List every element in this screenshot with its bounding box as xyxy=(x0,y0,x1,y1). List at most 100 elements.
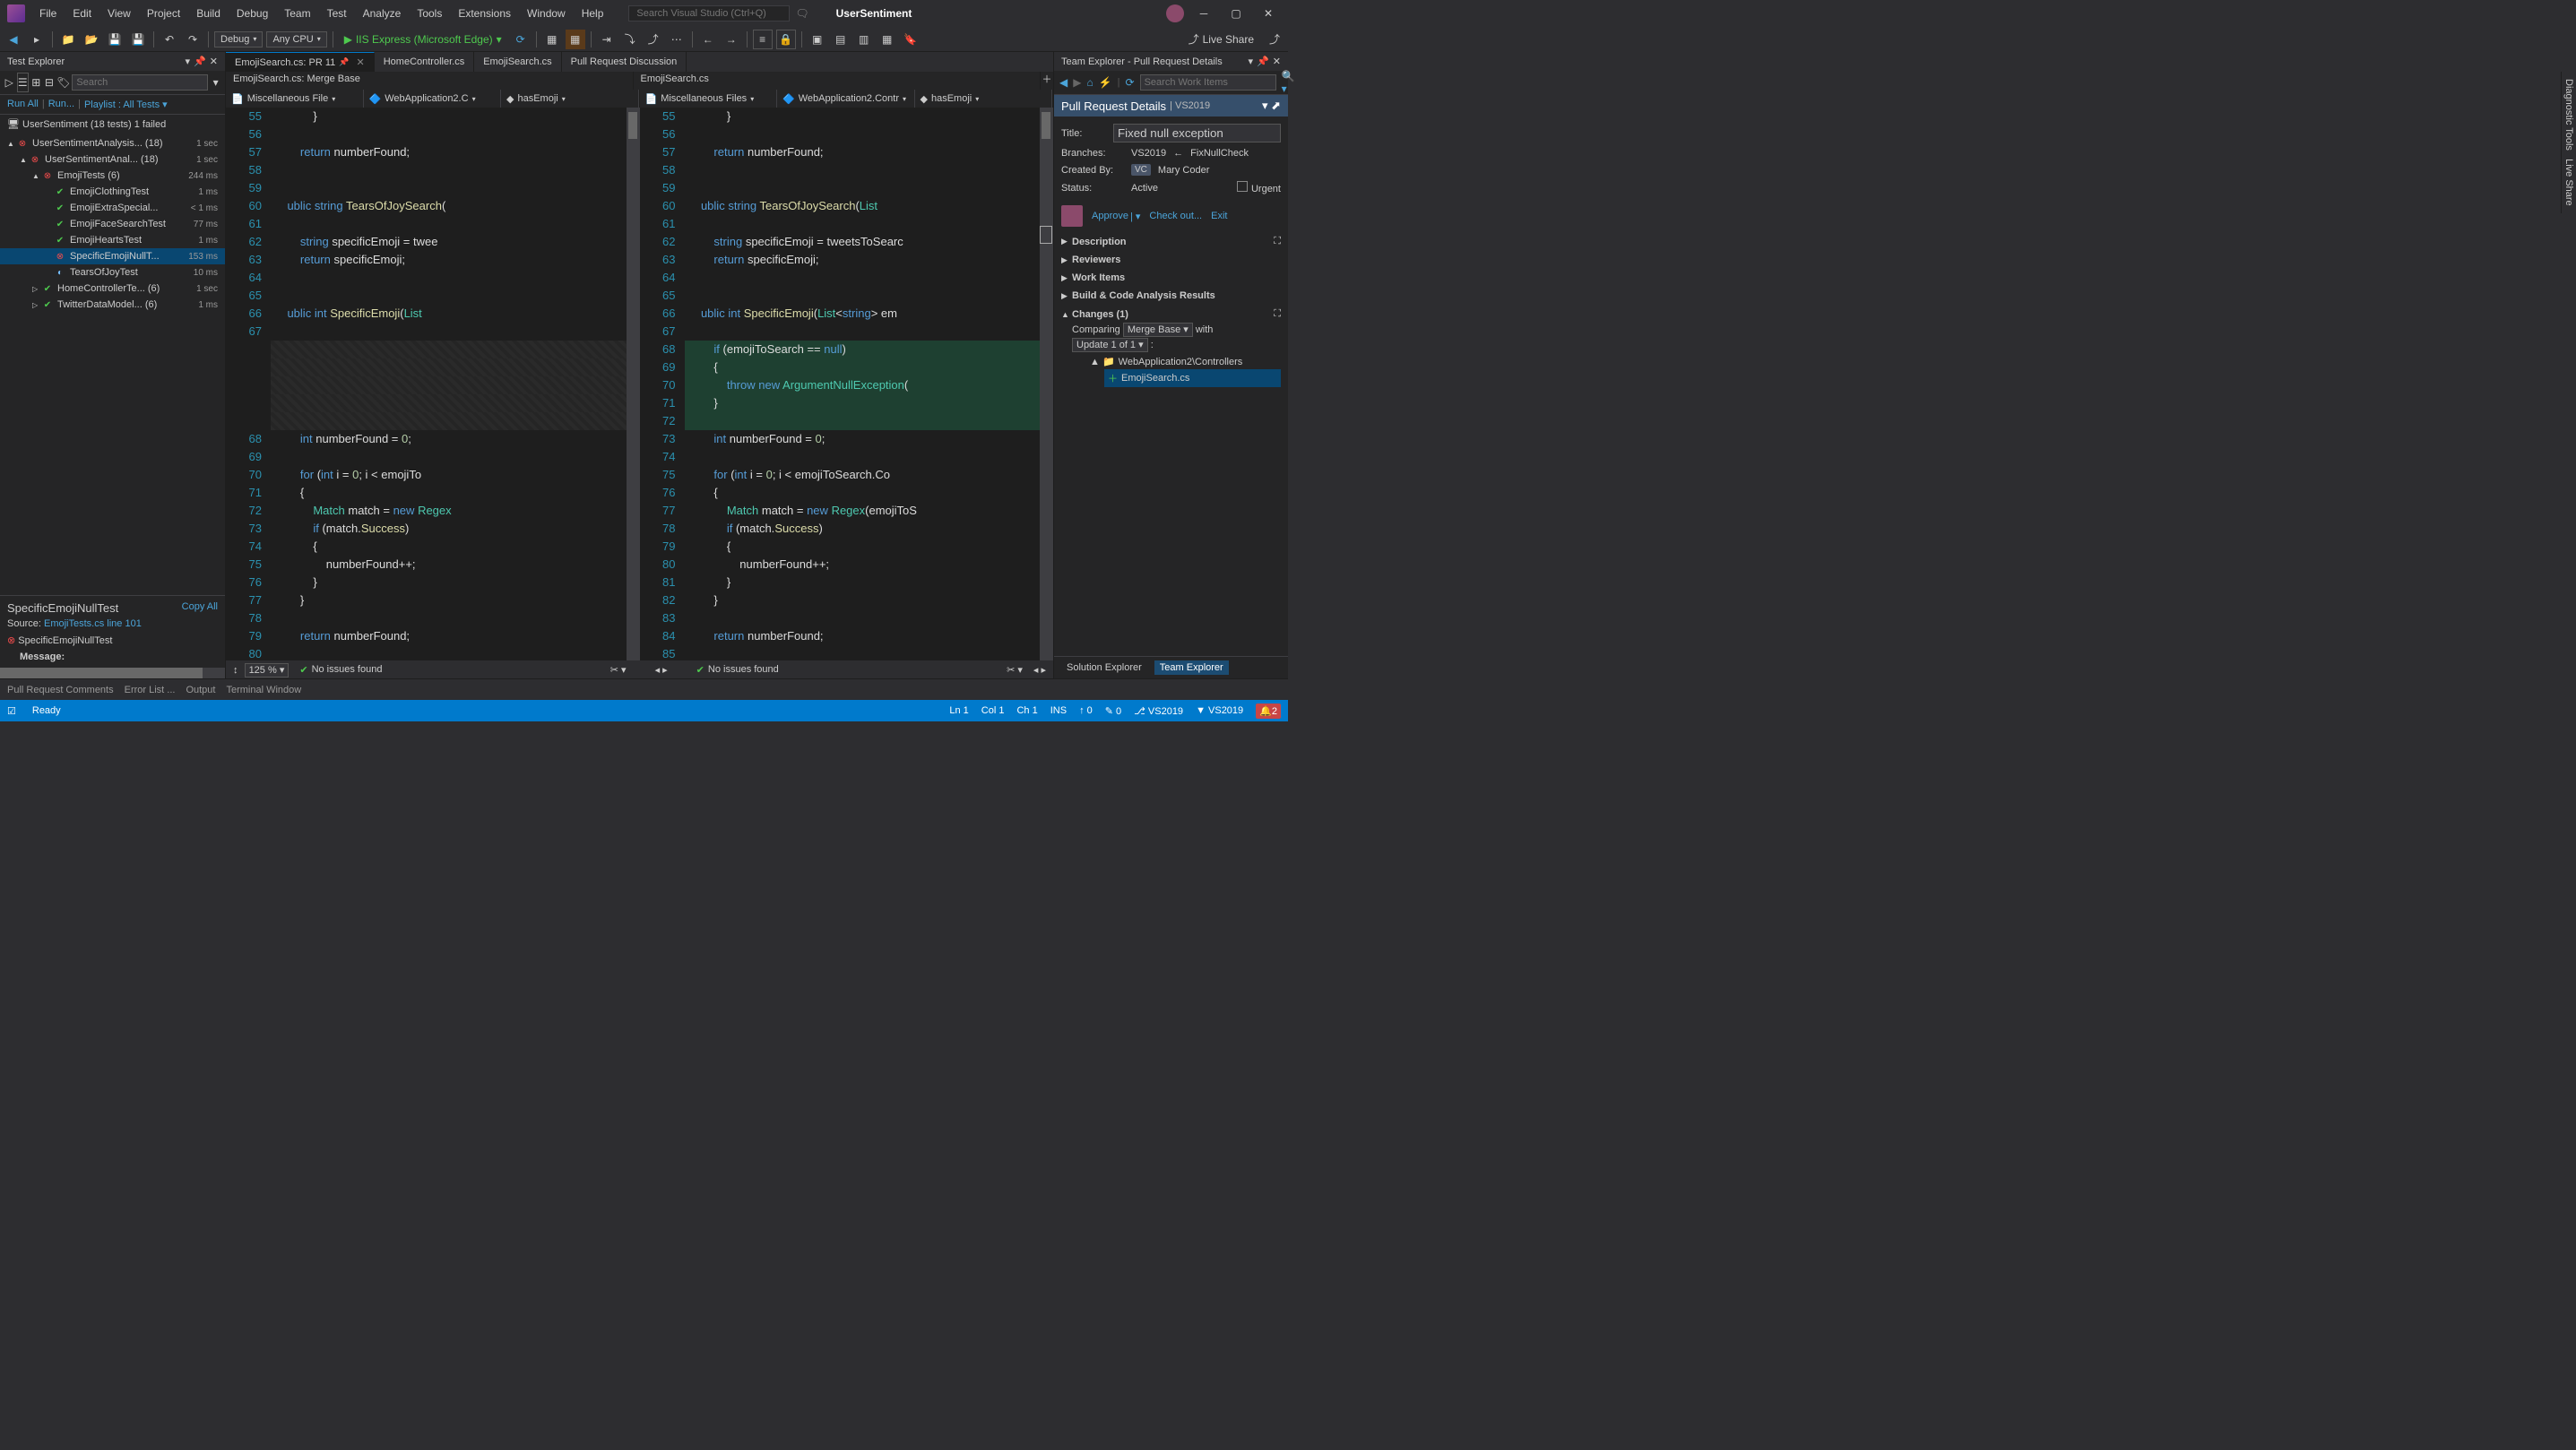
diff-right-pane[interactable]: 5556575859606162636465666768697071727374… xyxy=(640,108,1054,660)
menu-help[interactable]: Help xyxy=(575,4,611,23)
menu-analyze[interactable]: Analyze xyxy=(356,4,409,23)
status-changes[interactable]: ✎ 0 xyxy=(1105,705,1121,717)
te-run-icon[interactable]: ▷ xyxy=(4,73,15,92)
menu-test[interactable]: Test xyxy=(320,4,354,23)
test-node[interactable]: ▷✔TwitterDataModel... (6)1 ms xyxy=(0,297,225,313)
menu-view[interactable]: View xyxy=(100,4,138,23)
feedback-icon[interactable]: ⤴ xyxy=(1265,30,1284,49)
diff-left-pane[interactable]: 5556575859606162636465666768697071727374… xyxy=(226,108,640,660)
document-tab[interactable]: Pull Request Discussion xyxy=(562,52,687,72)
pr-title-input[interactable] xyxy=(1113,124,1281,142)
nav-back-button[interactable]: ◀ xyxy=(4,30,23,49)
test-node[interactable]: ✔EmojiClothingTest1 ms xyxy=(0,184,225,200)
next-icon[interactable]: → xyxy=(722,30,741,49)
menu-extensions[interactable]: Extensions xyxy=(451,4,518,23)
add-tab-button[interactable]: ＋ xyxy=(1041,72,1053,90)
pr-section[interactable]: ▶Description⛶ xyxy=(1061,232,1281,251)
te-refresh-icon[interactable]: ⟳ xyxy=(1126,74,1135,91)
user-avatar[interactable] xyxy=(1166,4,1184,22)
menu-debug[interactable]: Debug xyxy=(229,4,275,23)
split-icon-r[interactable]: ✂ ▾ xyxy=(1007,664,1023,676)
pr-section[interactable]: ▶Reviewers xyxy=(1061,251,1281,269)
prev-icon[interactable]: ← xyxy=(698,30,718,49)
playlist-link[interactable]: Playlist : All Tests ▾ xyxy=(84,99,168,110)
test-node[interactable]: ◐TearsOfJoyTest10 ms xyxy=(0,264,225,281)
test-search-input[interactable] xyxy=(72,74,208,91)
copy-all-link[interactable]: Copy All xyxy=(182,601,218,612)
menu-tools[interactable]: Tools xyxy=(410,4,449,23)
test-node[interactable]: ⊗SpecificEmojiNullT...153 ms xyxy=(0,248,225,264)
menu-file[interactable]: File xyxy=(32,4,64,23)
nav-project-right[interactable]: 📄 Miscellaneous Files xyxy=(640,90,778,108)
test-node[interactable]: ▲⊗UserSentimentAnalysis... (18)1 sec xyxy=(0,135,225,151)
panel-close-icon[interactable]: ✕ xyxy=(210,56,218,67)
document-tab[interactable]: HomeController.cs xyxy=(375,52,474,72)
tb-icon-2[interactable]: ▦ xyxy=(566,30,585,49)
status-publish[interactable]: ↑ 0 xyxy=(1079,705,1093,716)
test-node[interactable]: ✔EmojiExtraSpecial...< 1 ms xyxy=(0,200,225,216)
tb-toggle-1[interactable]: ≡ xyxy=(753,30,773,49)
tb-misc-4[interactable]: ▥ xyxy=(854,30,874,49)
tb-misc-5[interactable]: ▦ xyxy=(877,30,897,49)
nav-member-right[interactable]: ◆ hasEmoji xyxy=(915,90,1053,108)
status-notifications[interactable]: 🔔2 xyxy=(1256,703,1281,719)
urgent-checkbox[interactable] xyxy=(1237,181,1248,192)
step-out-icon[interactable]: ⤴ xyxy=(644,30,663,49)
maximize-button[interactable]: ▢ xyxy=(1223,4,1249,23)
search-vs-input[interactable] xyxy=(628,5,790,22)
dropdown-icon[interactable]: ▾ xyxy=(186,56,191,67)
team-explorer-tab[interactable]: Team Explorer xyxy=(1154,660,1229,675)
te-filter-icon[interactable]: ⊞ xyxy=(30,73,42,92)
output-tab[interactable]: Terminal Window xyxy=(226,685,301,695)
pr-changed-file[interactable]: ＋EmojiSearch.cs xyxy=(1104,369,1281,387)
zoom-dropdown[interactable]: 125 % ▾ xyxy=(245,663,290,678)
output-tab[interactable]: Pull Request Comments xyxy=(7,685,114,695)
document-tab[interactable]: EmojiSearch.cs xyxy=(474,52,561,72)
document-tab[interactable]: EmojiSearch.cs: PR 11📌✕ xyxy=(226,52,375,72)
tb-misc-2[interactable]: ▣ xyxy=(808,30,827,49)
close-button[interactable]: ✕ xyxy=(1256,4,1281,23)
te-search-go[interactable]: 🔍▾ xyxy=(1282,74,1295,91)
menu-build[interactable]: Build xyxy=(189,4,228,23)
nav-project-left[interactable]: 📄 Miscellaneous File xyxy=(226,90,364,108)
platform-dropdown[interactable]: Any CPU xyxy=(266,31,326,47)
te-close-icon[interactable]: ✕ xyxy=(1273,56,1281,67)
pr-section[interactable]: ▶Build & Code Analysis Results xyxy=(1061,287,1281,305)
output-tab[interactable]: Error List ... xyxy=(125,685,176,695)
te-tag-icon[interactable]: 🏷 xyxy=(56,73,70,92)
menu-edit[interactable]: Edit xyxy=(65,4,99,23)
te-search-dropdown[interactable]: ▾ xyxy=(210,73,221,92)
config-dropdown[interactable]: Debug xyxy=(214,31,263,47)
exit-button[interactable]: Exit xyxy=(1211,211,1227,221)
pr-changes-section[interactable]: ▲ Changes (1) ⛶ xyxy=(1061,305,1281,324)
te-fwd-icon[interactable]: ▶ xyxy=(1073,74,1081,91)
test-node[interactable]: ▲⊗UserSentimentAnal... (18)1 sec xyxy=(0,151,225,168)
run-link[interactable]: Run... xyxy=(48,99,74,110)
compare-base-dropdown[interactable]: Merge Base ▾ xyxy=(1123,323,1193,337)
open-button[interactable]: 📂 xyxy=(82,30,101,49)
nav-member-left[interactable]: ◆ hasEmoji xyxy=(501,90,639,108)
side-collapsed-tabs[interactable]: Diagnostic Tools Live Share xyxy=(2561,72,2576,213)
undo-button[interactable]: ↶ xyxy=(160,30,179,49)
test-node[interactable]: ▷✔HomeControllerTe... (6)1 sec xyxy=(0,281,225,297)
nav-class-right[interactable]: 🔷 WebApplication2.Contr xyxy=(777,90,915,108)
search-feedback-icon[interactable]: 🗨 xyxy=(795,7,808,20)
source-link[interactable]: EmojiTests.cs line 101 xyxy=(44,618,142,629)
save-button[interactable]: 💾 xyxy=(105,30,125,49)
status-branch[interactable]: ⎇ VS2019 xyxy=(1134,705,1183,717)
fullscreen-icon[interactable]: ⛶ xyxy=(1274,308,1281,320)
right-scrollbar[interactable] xyxy=(1040,108,1052,660)
solution-explorer-tab[interactable]: Solution Explorer xyxy=(1061,660,1147,675)
tb-toggle-2[interactable]: 🔒 xyxy=(776,30,796,49)
te-h-scrollbar[interactable] xyxy=(0,668,225,678)
te-tree-icon[interactable]: ⊟ xyxy=(44,73,56,92)
test-node[interactable]: ✔EmojiFaceSearchTest77 ms xyxy=(0,216,225,232)
tb-misc-1[interactable]: ⋯ xyxy=(667,30,687,49)
te-back-icon[interactable]: ◀ xyxy=(1059,74,1068,91)
pr-section[interactable]: ▶Work Items xyxy=(1061,269,1281,287)
menu-team[interactable]: Team xyxy=(277,4,317,23)
collapse-icon[interactable]: ↕ xyxy=(233,665,238,676)
search-work-items-input[interactable] xyxy=(1140,74,1276,91)
run-button[interactable]: ▶ IIS Express (Microsoft Edge) ▾ xyxy=(339,31,507,47)
split-icon[interactable]: ✂ ▾ xyxy=(610,664,627,676)
